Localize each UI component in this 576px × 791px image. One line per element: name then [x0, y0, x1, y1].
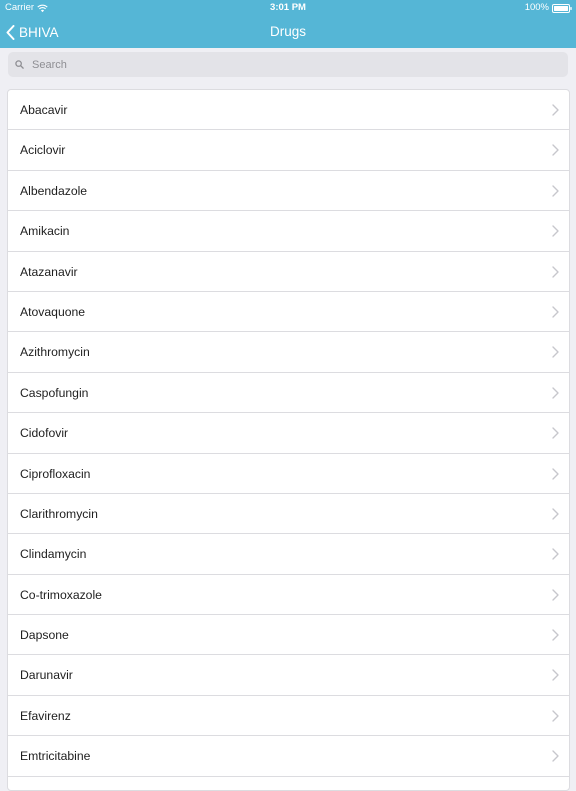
- chevron-right-icon: [552, 467, 559, 480]
- chevron-right-icon: [552, 588, 559, 601]
- chevron-right-icon: [552, 750, 559, 762]
- drug-list: Abacavir Aciclovir Albendazole Amikacin Ataz…: [7, 89, 570, 791]
- status-time: 3:01 PM: [270, 2, 306, 13]
- list-item[interactable]: Caspofungin: [8, 373, 569, 414]
- chevron-right-icon: [552, 710, 559, 722]
- chevron-right-icon: [552, 669, 559, 682]
- list-item[interactable]: Dapsone: [8, 615, 569, 656]
- battery-icon: [552, 3, 572, 13]
- header: Carrier 3:01 PM 100% BHIVA Drugs: [0, 0, 576, 48]
- search-input[interactable]: [32, 58, 552, 71]
- list-item[interactable]: Clindamycin: [8, 534, 569, 575]
- list-item[interactable]: Emtricitabine: [8, 736, 569, 777]
- chevron-right-icon: [552, 427, 559, 439]
- drug-name-label: Amikacin: [20, 224, 70, 239]
- list-item[interactable]: Atazanavir: [8, 252, 569, 292]
- drug-name-label: Clarithromycin: [20, 506, 98, 521]
- drug-name-label: Azithromycin: [20, 345, 90, 360]
- drug-name-label: Emtricitabine: [20, 749, 91, 764]
- drug-name-label: Albendazole: [20, 183, 88, 198]
- drug-name-label: Clindamycin: [20, 547, 87, 562]
- list-item[interactable]: Abacavir: [8, 90, 569, 131]
- page-title: Drugs: [269, 24, 306, 39]
- list-item[interactable]: Clarithromycin: [8, 494, 569, 535]
- chevron-right-icon: [552, 185, 559, 197]
- list-item[interactable]: Ciprofloxacin: [8, 454, 569, 494]
- list-item[interactable]: Atovaquone: [8, 292, 569, 333]
- list-item[interactable]: Co-trimoxazole: [8, 575, 569, 616]
- list-item[interactable]: Albendazole: [8, 171, 569, 212]
- drug-name-label: Atazanavir: [20, 264, 78, 279]
- chevron-right-icon: [552, 144, 559, 157]
- drug-name-label: Atovaquone: [20, 304, 86, 319]
- search-icon: [15, 60, 24, 69]
- list-item[interactable]: Cidofovir: [8, 413, 569, 454]
- drug-name-label: Ciprofloxacin: [20, 466, 91, 481]
- chevron-right-icon: [552, 306, 559, 318]
- list-item[interactable]: Aciclovir: [8, 130, 569, 171]
- drug-name-label: Caspofungin: [20, 385, 89, 400]
- drug-name-label: Co-trimoxazole: [20, 587, 102, 602]
- search-field[interactable]: [8, 52, 568, 77]
- chevron-right-icon: [552, 104, 559, 116]
- battery-indicator: 100%: [525, 0, 572, 16]
- drug-name-label: Aciclovir: [20, 143, 66, 158]
- list-item[interactable]: Amikacin: [8, 211, 569, 252]
- chevron-right-icon: [552, 225, 559, 237]
- status-bar: Carrier 3:01 PM 100%: [0, 0, 576, 16]
- search-bar: [0, 48, 576, 80]
- chevron-right-icon: [552, 346, 559, 359]
- drug-name-label: Efavirenz: [20, 708, 71, 723]
- list-item[interactable]: Darunavir: [8, 655, 569, 696]
- battery-percent: 100%: [524, 2, 549, 13]
- drug-name-label: Cidofovir: [20, 426, 69, 441]
- chevron-right-icon: [552, 508, 559, 520]
- chevron-right-icon: [552, 548, 559, 560]
- drug-name-label: Abacavir: [20, 103, 68, 117]
- chevron-right-icon: [552, 387, 559, 399]
- chevron-right-icon: [552, 265, 559, 278]
- navigation-bar: BHIVA Drugs: [0, 16, 576, 48]
- list-item[interactable]: Efavirenz: [8, 696, 569, 737]
- chevron-right-icon: [552, 629, 559, 641]
- drug-name-label: Dapsone: [20, 628, 69, 643]
- list-item[interactable]: Azithromycin: [8, 332, 569, 373]
- drug-name-label: Darunavir: [20, 668, 73, 683]
